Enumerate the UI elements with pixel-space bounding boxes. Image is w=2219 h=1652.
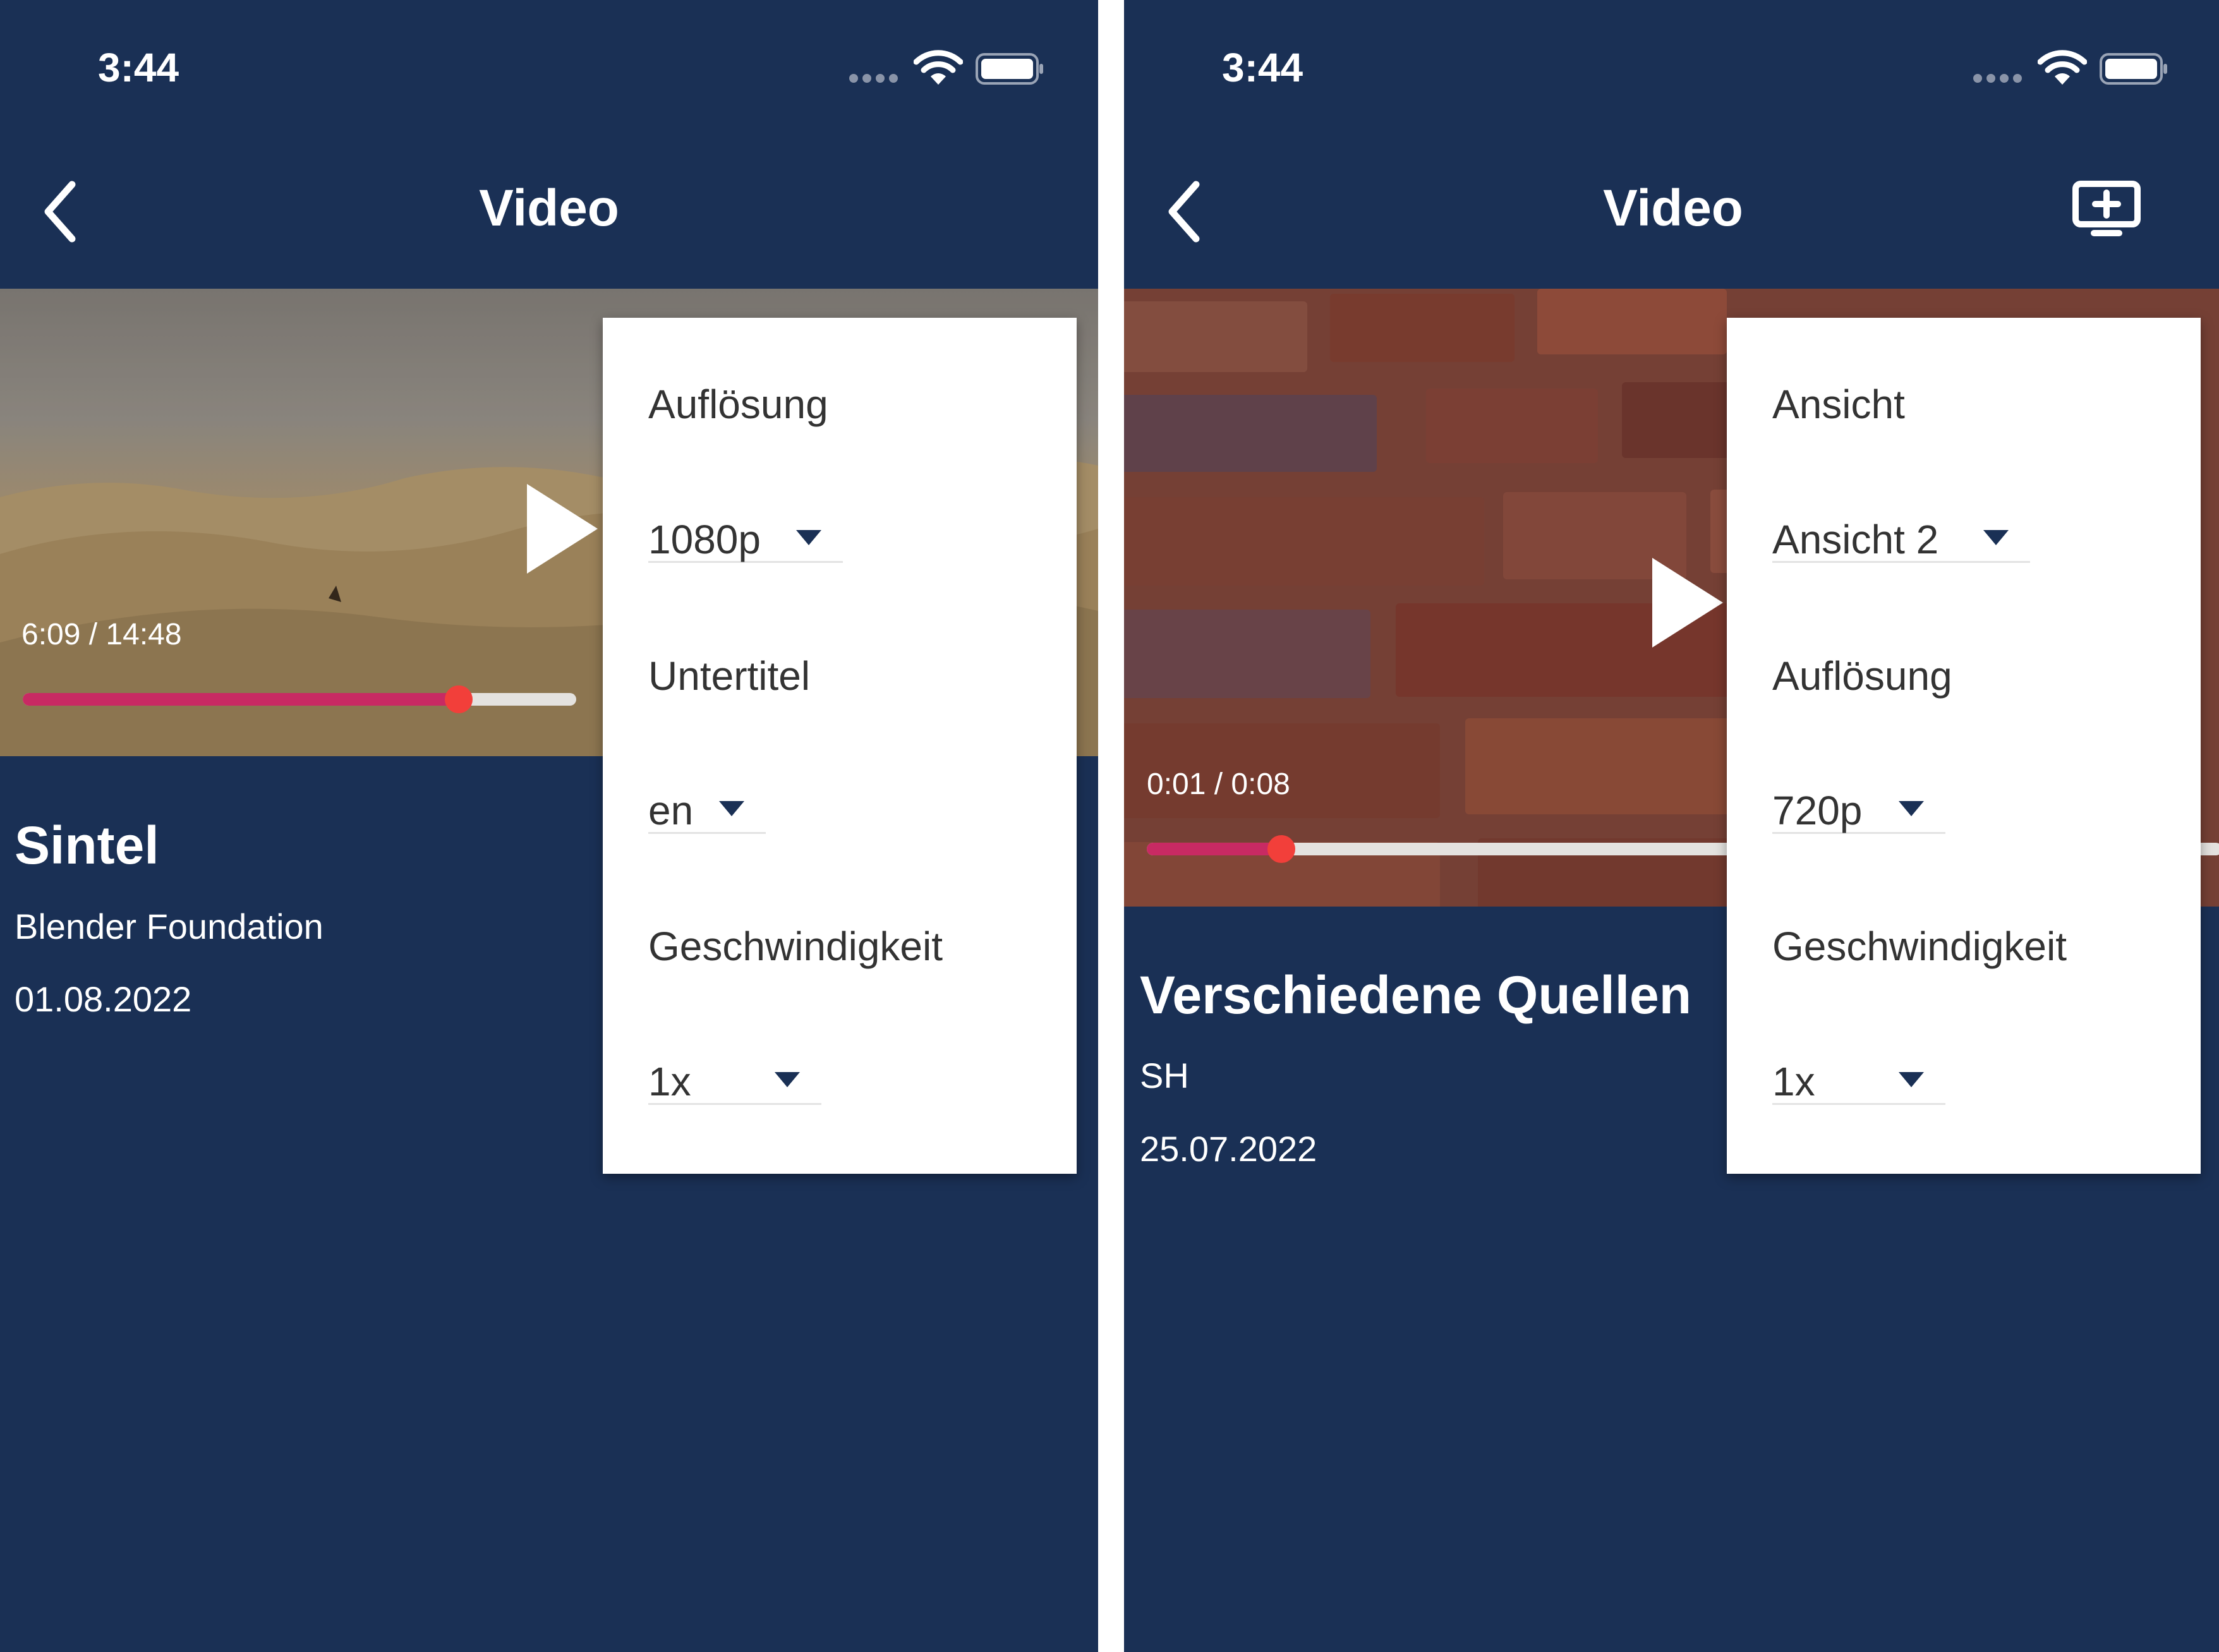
view-value: Ansicht 2 [1772,517,1939,562]
caret-down-icon [1899,801,1924,816]
playback-time: 6:09 / 14:48 [21,618,182,651]
status-time: 3:44 [98,45,179,90]
page-title: Video [479,179,619,237]
video-date: 01.08.2022 [15,979,192,1019]
resolution-select[interactable]: 720p [1772,787,1945,834]
signal-icon [1973,74,2024,84]
video-title: Sintel [15,816,159,875]
speed-select[interactable]: 1x [1772,1058,1945,1105]
video-author: SH [1140,1056,1189,1095]
status-time: 3:44 [1222,45,1303,90]
settings-menu: Auflösung 1080p Untertitel en Geschwindi… [603,318,1077,1174]
phone-screen-right: 3:44 Video 0:01 / 0:08 Verschiedene Quel… [1124,0,2219,1652]
video-author: Blender Foundation [15,907,323,946]
speed-label: Geschwindigkeit [1772,924,2067,969]
wifi-icon [2038,50,2087,85]
view-select[interactable]: Ansicht 2 [1772,516,2030,563]
resolution-label: Auflösung [1772,653,1952,699]
resolution-value: 1080p [648,517,761,562]
play-icon[interactable] [1650,555,1726,650]
phone-screen-left: 3:44 Video 6:09 / 14:48 Sintel Blender F… [0,0,1098,1652]
playback-time: 0:01 / 0:08 [1147,768,1290,801]
video-date: 25.07.2022 [1140,1129,1317,1169]
resolution-value: 720p [1772,788,1863,833]
progress-knob[interactable] [1267,835,1295,863]
battery-icon [2100,53,2167,85]
progress-fill [23,693,459,706]
progress-bar[interactable] [23,685,576,713]
screen-add-icon[interactable] [2072,180,2141,237]
speed-value: 1x [648,1059,691,1104]
progress-fill [1147,843,1281,855]
resolution-label: Auflösung [648,382,828,427]
page-title: Video [1603,179,1743,237]
battery-icon [976,53,1043,85]
subtitle-value: en [648,788,694,833]
signal-icon [849,74,900,84]
subtitle-label: Untertitel [648,653,811,699]
subtitle-select[interactable]: en [648,787,766,834]
caret-down-icon [1983,530,2009,545]
speed-label: Geschwindigkeit [648,924,943,969]
progress-knob[interactable] [444,685,473,713]
caret-down-icon [796,530,821,545]
caret-down-icon [719,801,744,816]
resolution-select[interactable]: 1080p [648,516,843,563]
speed-select[interactable]: 1x [648,1058,821,1105]
video-title: Verschiedene Quellen [1140,965,1692,1025]
settings-menu: Ansicht Ansicht 2 Auflösung 720p Geschwi… [1727,318,2201,1174]
wifi-icon [914,50,963,85]
caret-down-icon [775,1072,800,1087]
caret-down-icon [1899,1072,1924,1087]
speed-value: 1x [1772,1059,1815,1104]
play-icon[interactable] [524,481,600,576]
view-label: Ansicht [1772,382,1905,427]
